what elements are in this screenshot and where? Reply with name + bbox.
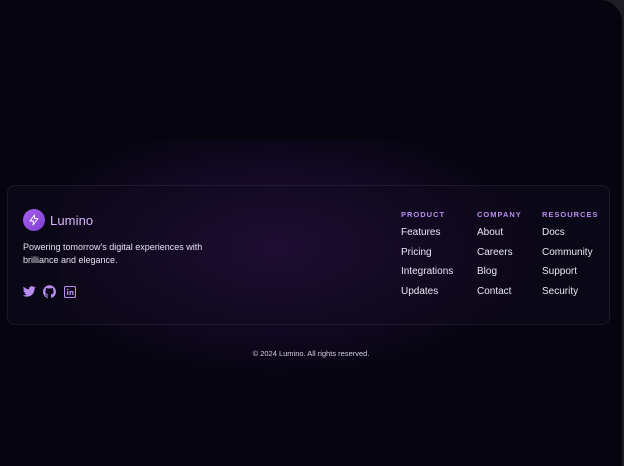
site-footer: Lumino Powering tomorrow's digital exper… — [7, 185, 610, 325]
brand[interactable]: Lumino — [23, 209, 93, 231]
footer-link-security[interactable]: Security — [542, 286, 599, 306]
footer-column-resources: RESOURCES Docs Community Support Securit… — [542, 210, 599, 305]
footer-link-blog[interactable]: Blog — [477, 266, 522, 286]
app-window: Lumino Powering tomorrow's digital exper… — [0, 0, 622, 466]
brand-name: Lumino — [50, 212, 94, 228]
footer-link-pricing[interactable]: Pricing — [401, 247, 453, 267]
linkedin-icon[interactable] — [63, 285, 76, 298]
footer-link-careers[interactable]: Careers — [477, 247, 522, 267]
copyright-text: © 2024 Lumino. All rights reserved. — [252, 349, 370, 358]
footer-link-community[interactable]: Community — [542, 247, 599, 267]
footer-link-docs[interactable]: Docs — [542, 227, 599, 247]
footer-column-product: PRODUCT Features Pricing Integrations Up… — [401, 210, 453, 305]
social-links — [23, 285, 76, 298]
column-heading: PRODUCT — [401, 210, 446, 219]
column-heading: COMPANY — [477, 210, 522, 219]
brand-tagline: Powering tomorrow's digital experiences … — [23, 242, 203, 265]
footer-link-updates[interactable]: Updates — [401, 286, 453, 306]
footer-link-about[interactable]: About — [477, 227, 522, 247]
footer-link-features[interactable]: Features — [401, 227, 453, 247]
footer-link-integrations[interactable]: Integrations — [401, 266, 453, 286]
footer-link-support[interactable]: Support — [542, 266, 599, 286]
twitter-icon[interactable] — [23, 285, 36, 298]
footer-column-company: COMPANY About Careers Blog Contact — [477, 210, 522, 305]
github-icon[interactable] — [43, 285, 56, 298]
footer-link-contact[interactable]: Contact — [477, 286, 522, 306]
sparkle-icon — [23, 209, 45, 231]
column-heading: RESOURCES — [542, 210, 599, 219]
